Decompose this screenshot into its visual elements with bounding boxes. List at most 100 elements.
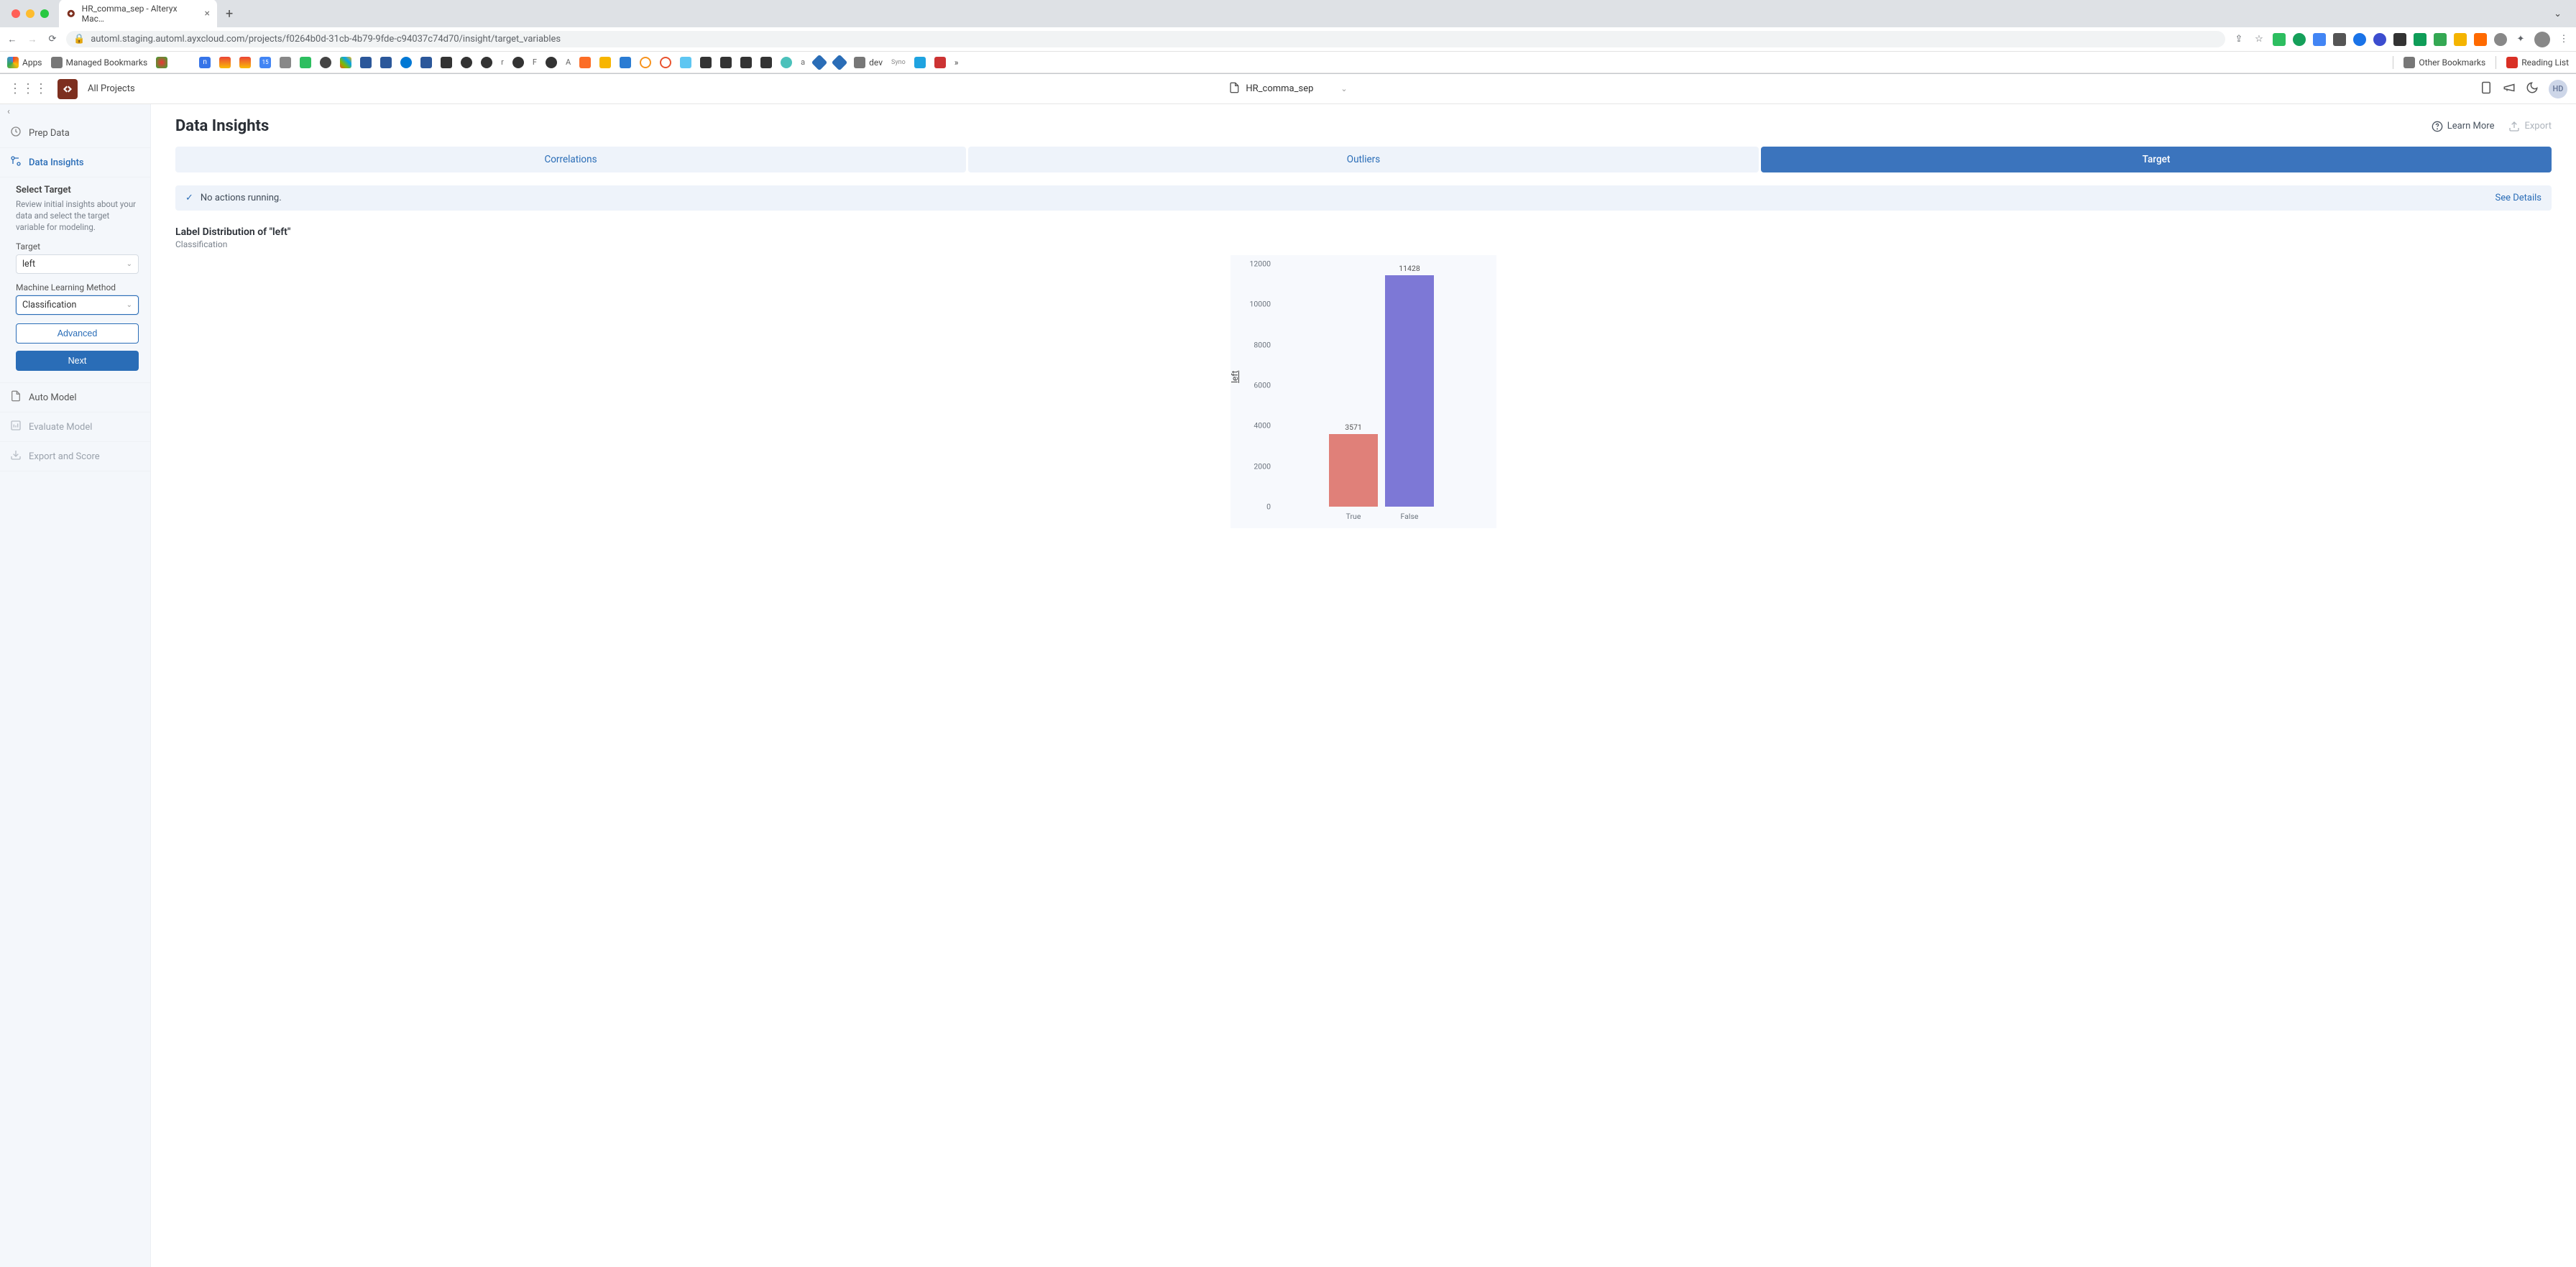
extension-icon[interactable]: [2293, 33, 2306, 46]
bar: 11428: [1385, 275, 1434, 507]
close-window-button[interactable]: [12, 9, 20, 18]
bookmark-icon[interactable]: [781, 57, 792, 68]
bookmark-icon[interactable]: [320, 57, 331, 68]
share-icon[interactable]: ⇪: [2232, 34, 2245, 45]
bookmark-icon[interactable]: r: [501, 57, 504, 67]
learn-more-link[interactable]: Learn More: [2432, 121, 2495, 132]
bookmark-icon[interactable]: [239, 57, 251, 68]
new-tab-button[interactable]: +: [221, 6, 237, 22]
target-select[interactable]: left ⌄: [16, 254, 139, 274]
file-dropdown-icon[interactable]: ⌄: [1319, 84, 1347, 93]
extension-icon[interactable]: [2434, 33, 2447, 46]
bookmark-icon[interactable]: [700, 57, 712, 68]
bookmark-icon[interactable]: [740, 57, 752, 68]
nav-forward-icon[interactable]: →: [26, 34, 39, 45]
extension-icon[interactable]: [2474, 33, 2487, 46]
bookmark-icon[interactable]: [360, 57, 372, 68]
bookmarks-overflow-icon[interactable]: »: [954, 57, 959, 68]
extension-icon[interactable]: [2273, 33, 2286, 46]
bookmark-icon[interactable]: [156, 57, 167, 68]
apps-shortcut[interactable]: Apps: [7, 57, 42, 68]
bookmark-icon[interactable]: [300, 57, 311, 68]
extension-icon[interactable]: [2313, 33, 2326, 46]
tabs-overflow-icon[interactable]: ⌄: [2545, 9, 2570, 19]
bookmark-icon[interactable]: [441, 57, 452, 68]
bookmark-icon[interactable]: a: [801, 57, 805, 67]
advanced-button[interactable]: Advanced: [16, 323, 139, 344]
bookmark-icon[interactable]: [620, 57, 631, 68]
sidebar-item-evaluate-model[interactable]: Evaluate Model: [0, 413, 150, 442]
address-bar[interactable]: 🔒 automl.staging.automl.ayxcloud.com/pro…: [66, 31, 2225, 47]
bookmark-icon[interactable]: [219, 57, 231, 68]
nav-reload-icon[interactable]: ⟳: [46, 34, 59, 45]
next-button[interactable]: Next: [16, 351, 139, 371]
bookmark-icon[interactable]: [340, 57, 351, 68]
nav-back-icon[interactable]: ←: [6, 34, 19, 45]
tab-strip: HR_comma_sep - Alteryx Mac… × + ⌄: [0, 0, 2576, 27]
bookmark-icon[interactable]: [934, 57, 946, 68]
extension-icon[interactable]: [2393, 33, 2406, 46]
sidebar-item-prep-data[interactable]: Prep Data: [0, 119, 150, 148]
bookmark-icon[interactable]: [461, 57, 472, 68]
maximize-window-button[interactable]: [40, 9, 49, 18]
extension-icon[interactable]: [2494, 33, 2507, 46]
main-content: Data Insights Learn More Export Correlat…: [151, 104, 2576, 1267]
see-details-link[interactable]: See Details: [2495, 193, 2542, 203]
bookmark-icon[interactable]: [720, 57, 732, 68]
all-projects-link[interactable]: All Projects: [88, 83, 135, 94]
bookmark-icon[interactable]: [512, 57, 524, 68]
sidebar-item-data-insights[interactable]: Data Insights: [0, 148, 150, 178]
bookmark-icon[interactable]: [811, 54, 828, 70]
apps-grid-icon[interactable]: ⋮⋮⋮: [9, 81, 47, 96]
bookmark-icon[interactable]: A: [566, 57, 571, 67]
extensions-icon[interactable]: ✦: [2514, 34, 2527, 45]
bookmark-icon[interactable]: [280, 57, 291, 68]
profile-avatar[interactable]: [2534, 32, 2550, 47]
theme-toggle-icon[interactable]: [2526, 81, 2539, 97]
minimize-window-button[interactable]: [26, 9, 34, 18]
kebab-menu-icon[interactable]: ⋮: [2557, 34, 2570, 45]
other-bookmarks-folder[interactable]: Other Bookmarks: [2404, 57, 2485, 68]
app-body: ‹ Prep Data Data Insights Select Target …: [0, 104, 2576, 1267]
bookmark-icon[interactable]: [380, 57, 392, 68]
device-icon[interactable]: [2480, 81, 2493, 97]
browser-tab[interactable]: HR_comma_sep - Alteryx Mac… ×: [59, 0, 217, 28]
method-select[interactable]: Classification ⌄: [16, 295, 139, 315]
bookmark-icon[interactable]: [640, 57, 651, 68]
managed-bookmarks-folder[interactable]: Managed Bookmarks: [51, 57, 148, 68]
tab-close-icon[interactable]: ×: [205, 8, 210, 19]
bookmark-icon[interactable]: [599, 57, 611, 68]
tab-target[interactable]: Target: [1761, 147, 2552, 172]
bookmark-icon[interactable]: [832, 54, 848, 70]
extension-icon[interactable]: [2333, 33, 2346, 46]
bookmark-icon[interactable]: 15: [259, 57, 271, 68]
extension-icon[interactable]: [2353, 33, 2366, 46]
app-logo[interactable]: [58, 79, 78, 99]
bookmark-icon[interactable]: n: [199, 57, 211, 68]
bookmark-icon[interactable]: [579, 57, 591, 68]
bookmark-icon[interactable]: F: [533, 57, 537, 67]
extension-icon[interactable]: [2373, 33, 2386, 46]
bookmark-icon[interactable]: [680, 57, 691, 68]
tab-correlations[interactable]: Correlations: [175, 147, 966, 172]
reading-list-button[interactable]: Reading List: [2506, 57, 2569, 68]
bookmark-icon[interactable]: [481, 57, 492, 68]
bookmark-icon[interactable]: [400, 57, 412, 68]
user-avatar[interactable]: HD: [2549, 80, 2567, 98]
bookmark-star-icon[interactable]: ☆: [2253, 34, 2266, 45]
bookmark-icon[interactable]: Syno: [891, 59, 906, 66]
sidebar-item-auto-model[interactable]: Auto Model: [0, 383, 150, 413]
dev-folder[interactable]: dev: [854, 57, 883, 68]
sidebar-item-export-score[interactable]: Export and Score: [0, 442, 150, 471]
sidebar-collapse-icon[interactable]: ‹: [0, 104, 150, 119]
bookmark-icon[interactable]: [546, 57, 557, 68]
bookmark-icon[interactable]: [760, 57, 772, 68]
chart-title: Label Distribution of "left": [175, 226, 2552, 238]
extension-icon[interactable]: [2454, 33, 2467, 46]
bookmark-icon[interactable]: [660, 57, 671, 68]
bookmark-icon[interactable]: [420, 57, 432, 68]
extension-icon[interactable]: [2414, 33, 2426, 46]
tab-outliers[interactable]: Outliers: [968, 147, 1759, 172]
announce-icon[interactable]: [2503, 81, 2516, 97]
bookmark-icon[interactable]: [914, 57, 926, 68]
